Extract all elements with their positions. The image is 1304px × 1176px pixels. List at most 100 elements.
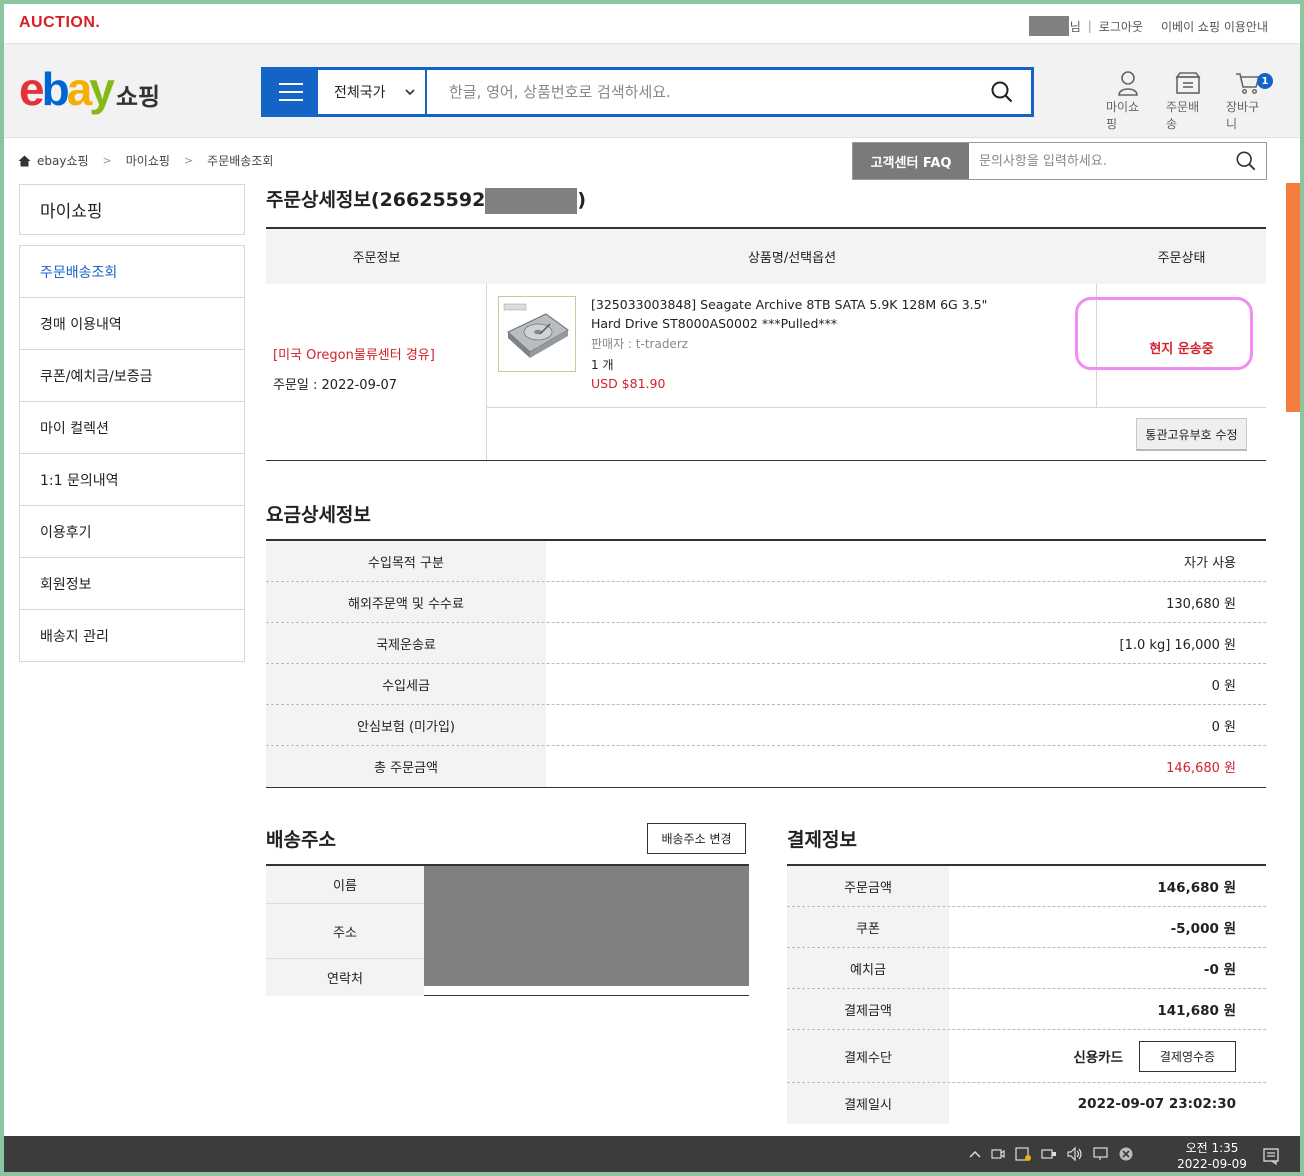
sidebar-item-coupons[interactable]: 쿠폰/예치금/보증금 <box>20 350 244 402</box>
fee-value: 0 원 <box>1211 719 1236 735</box>
order-delivery-label: 주문배송 <box>1166 100 1200 131</box>
product-name-line-2: Hard Drive ST8000AS0002 ***Pulled*** <box>591 316 838 331</box>
site-header: e b a y 쇼핑 전체국가 마이쇼핑 주문배송 <box>4 44 1300 138</box>
faq-input[interactable] <box>969 143 1226 179</box>
fee-label: 총 주문금액 <box>266 746 546 787</box>
fee-detail-table: 수입목적 구분 자가 사용 해외주문액 및 수수료 130,680 원 국제운송… <box>266 539 1266 788</box>
payment-receipt-button[interactable]: 결제영수증 <box>1139 1040 1236 1072</box>
my-shopping-label: 마이쇼핑 <box>1106 100 1140 131</box>
fee-label: 국제운송료 <box>266 623 546 663</box>
shipping-route: [미국 Oregon물류센터 경유] <box>273 348 435 363</box>
user-suffix: 님 <box>1069 19 1081 34</box>
fee-value: [1.0 kg] 16,000 원 <box>1119 637 1236 653</box>
column-status: 주문상태 <box>1157 251 1206 266</box>
faq-search: 고객센터 FAQ <box>852 142 1267 180</box>
search-input[interactable] <box>427 70 973 114</box>
product-cell: [325033003848] Seagate Archive 8TB SATA … <box>487 284 1097 408</box>
table-row: 예치금 -0 원 <box>787 948 1266 989</box>
app-tray-icon[interactable] <box>1014 1146 1032 1162</box>
monitor-network-icon[interactable] <box>1092 1146 1110 1162</box>
sidebar-item-order-tracking[interactable]: 주문배송조회 <box>20 246 244 298</box>
table-row: 수입세금 0 원 <box>266 664 1266 705</box>
payment-label: 주문금액 <box>787 866 949 906</box>
notification-icon[interactable] <box>1262 1147 1280 1165</box>
logout-link[interactable]: 로그아웃 <box>1099 18 1143 35</box>
chevron-up-icon[interactable] <box>968 1149 982 1159</box>
header-icons: 마이쇼핑 주문배송 1 장바구니 <box>1106 68 1273 132</box>
delivery-box-icon <box>1175 72 1201 94</box>
breadcrumb-item-ebay[interactable]: ebay쇼핑 <box>37 152 89 169</box>
auction-logo[interactable]: AUCTION. <box>19 14 100 32</box>
table-row: 총 주문금액 146,680 원 <box>266 746 1266 787</box>
search-bar: 전체국가 <box>261 67 1034 117</box>
system-tray <box>968 1146 1134 1162</box>
edit-customs-code-button[interactable]: 통관고유부호 수정 <box>1136 418 1247 451</box>
search-button[interactable] <box>973 70 1031 114</box>
shipping-address-table: 이름 주소 연락처 <box>266 864 749 996</box>
table-row: 결제금액 141,680 원 <box>787 989 1266 1030</box>
product-price: USD $81.90 <box>591 376 666 391</box>
faq-search-button[interactable] <box>1226 143 1266 179</box>
network-icon[interactable] <box>1040 1146 1058 1162</box>
change-address-button[interactable]: 배송주소 변경 <box>647 823 746 854</box>
volume-icon[interactable] <box>1066 1146 1084 1162</box>
faq-button[interactable]: 고객센터 FAQ <box>853 143 969 179</box>
close-circle-icon[interactable] <box>1118 1146 1134 1162</box>
sidebar-item-inquiries[interactable]: 1:1 문의내역 <box>20 454 244 506</box>
payment-info-title: 결제정보 <box>787 829 857 851</box>
phone-label: 연락처 <box>266 959 424 996</box>
highlight-annotation <box>1075 297 1253 370</box>
order-delivery-button[interactable]: 주문배송 <box>1166 68 1210 132</box>
country-select[interactable]: 전체국가 <box>318 70 427 114</box>
payment-label: 결제금액 <box>787 989 949 1029</box>
fee-label: 수입목적 구분 <box>266 541 546 581</box>
cart-button[interactable]: 1 장바구니 <box>1226 68 1273 132</box>
sidebar-item-member-info[interactable]: 회원정보 <box>20 558 244 610</box>
shopping-guide-link[interactable]: 이베이 쇼핑 이용안내 <box>1161 18 1268 35</box>
breadcrumb-item-myshopping[interactable]: 마이쇼핑 <box>126 152 170 169</box>
person-icon <box>1118 71 1138 96</box>
product-name[interactable]: [325033003848] Seagate Archive 8TB SATA … <box>591 295 1011 333</box>
clock-time: 오전 1:35 <box>1185 1141 1239 1155</box>
payment-info-table: 주문금액 146,680 원 쿠폰 -5,000 원 예치금 -0 원 결제금액… <box>787 864 1266 1124</box>
my-shopping-button[interactable]: 마이쇼핑 <box>1106 68 1150 132</box>
sidebar-item-reviews[interactable]: 이용후기 <box>20 506 244 558</box>
chevron-down-icon <box>405 89 415 96</box>
order-date: 주문일 : 2022-09-07 <box>273 378 398 393</box>
table-row: 쿠폰 -5,000 원 <box>787 907 1266 948</box>
payment-value: -5,000 원 <box>1170 921 1236 937</box>
address-label: 주소 <box>266 904 424 959</box>
payment-value: 141,680 원 <box>1157 1003 1236 1019</box>
taskbar-clock[interactable]: 오전 1:35 2022-09-09 <box>1174 1140 1250 1172</box>
order-table-header: 주문정보 상품명/선택옵션 주문상태 <box>266 227 1266 284</box>
sidebar-item-my-collection[interactable]: 마이 컬렉션 <box>20 402 244 454</box>
sidebar-title: 마이쇼핑 <box>19 184 245 235</box>
ebay-shopping-logo[interactable]: e b a y 쇼핑 <box>19 66 160 112</box>
meet-now-icon[interactable] <box>990 1146 1006 1162</box>
order-title-suffix: ) <box>577 189 587 211</box>
sidebar-item-auction-history[interactable]: 경매 이용내역 <box>20 298 244 350</box>
status-cell: 현지 운송중 <box>1075 284 1266 408</box>
redacted-order-number <box>485 187 578 214</box>
fee-value: 자가 사용 <box>1184 555 1236 571</box>
logo-shop-text: 쇼핑 <box>115 83 161 111</box>
category-menu-button[interactable] <box>264 70 318 114</box>
cart-label: 장바구니 <box>1226 100 1260 131</box>
logo-letter-e: e <box>19 63 45 115</box>
fee-label: 해외주문액 및 수수료 <box>266 582 546 622</box>
payment-value: 2022-09-07 23:02:30 <box>1077 1095 1236 1112</box>
side-floating-tab[interactable] <box>1286 183 1304 412</box>
home-icon[interactable] <box>18 155 31 167</box>
seller-name[interactable]: 판매자 : t-traderz <box>591 335 688 352</box>
breadcrumb-item-order-tracking[interactable]: 주문배송조회 <box>207 152 273 169</box>
fee-label: 수입세금 <box>266 664 546 704</box>
sidebar-item-address-book[interactable]: 배송지 관리 <box>20 610 244 661</box>
top-links: 님 | 로그아웃 | 이베이 쇼핑 이용안내 <box>1028 16 1268 36</box>
cart-count-badge: 1 <box>1257 73 1273 89</box>
table-row: 수입목적 구분 자가 사용 <box>266 541 1266 582</box>
product-thumbnail[interactable] <box>498 296 576 372</box>
table-row: 주문금액 146,680 원 <box>787 866 1266 907</box>
payment-label: 쿠폰 <box>787 907 949 947</box>
logo-letter-y: y <box>89 63 115 115</box>
order-info-cell: [미국 Oregon물류센터 경유] 주문일 : 2022-09-07 <box>266 284 487 460</box>
